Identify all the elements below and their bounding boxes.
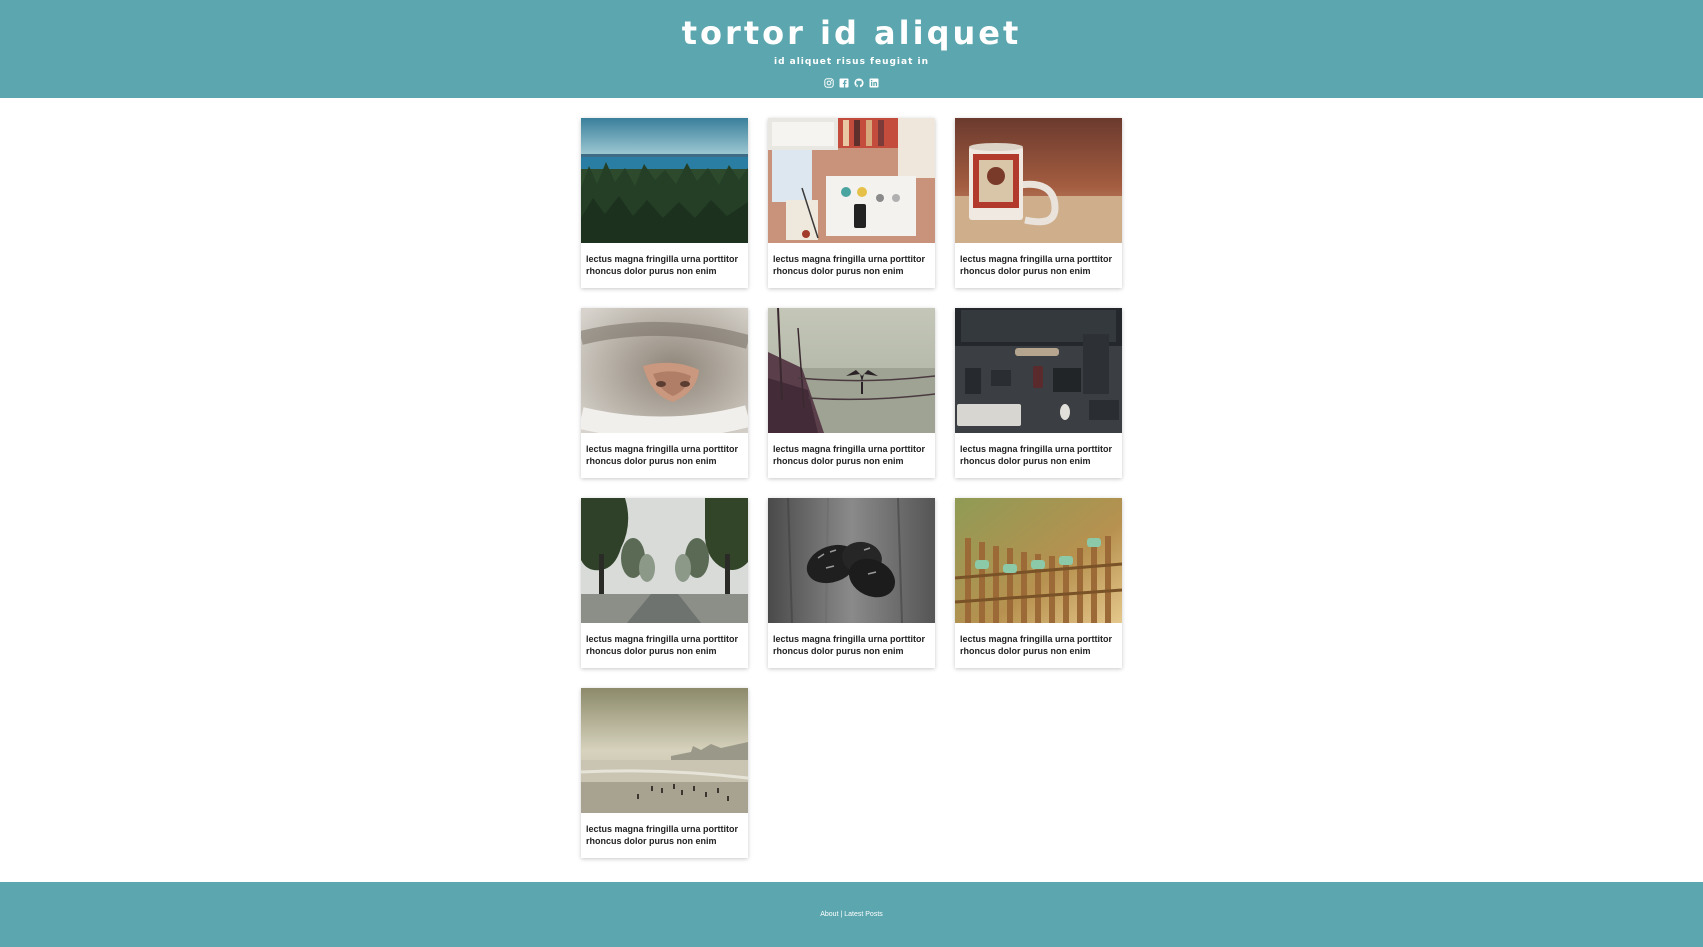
footer-separator: |	[840, 911, 843, 918]
footer-about-link[interactable]: About	[820, 911, 838, 918]
site-header: tortor id aliquet id aliquet risus feugi…	[0, 0, 1703, 98]
site-subtitle: id aliquet risus feugiat in	[773, 57, 930, 67]
post-card[interactable]: lectus magna fringilla urna porttitor rh…	[581, 688, 748, 858]
post-card[interactable]: lectus magna fringilla urna porttitor rh…	[581, 118, 748, 288]
beach-photo	[581, 688, 748, 813]
desk-flatlay-photo	[768, 118, 935, 243]
fence-photo	[955, 498, 1122, 623]
linkedin-icon[interactable]	[869, 78, 879, 88]
site-footer: About | Latest Posts	[0, 882, 1703, 947]
post-caption: lectus magna fringilla urna porttitor rh…	[586, 444, 739, 466]
cat-nose-photo	[581, 308, 748, 433]
post-caption: lectus magna fringilla urna porttitor rh…	[586, 824, 739, 846]
workspace-topdown-photo	[955, 308, 1122, 433]
footer-links: About | Latest Posts	[0, 911, 1703, 918]
post-card[interactable]: lectus magna fringilla urna porttitor rh…	[955, 498, 1122, 668]
boat-and-bird-photo	[768, 308, 935, 433]
forest-and-lake-photo	[581, 118, 748, 243]
post-card[interactable]: lectus magna fringilla urna porttitor rh…	[768, 498, 935, 668]
facebook-icon[interactable]	[839, 78, 849, 88]
post-card[interactable]: lectus magna fringilla urna porttitor rh…	[955, 308, 1122, 478]
instagram-icon[interactable]	[824, 78, 834, 88]
post-caption: lectus magna fringilla urna porttitor rh…	[960, 634, 1113, 656]
post-card[interactable]: lectus magna fringilla urna porttitor rh…	[768, 308, 935, 478]
tree-lined-road-photo	[581, 498, 748, 623]
mug-photo	[955, 118, 1122, 243]
post-caption: lectus magna fringilla urna porttitor rh…	[586, 634, 739, 656]
github-icon[interactable]	[854, 78, 864, 88]
post-caption: lectus magna fringilla urna porttitor rh…	[960, 444, 1113, 466]
post-caption: lectus magna fringilla urna porttitor rh…	[960, 254, 1113, 276]
post-caption: lectus magna fringilla urna porttitor rh…	[773, 254, 926, 276]
post-caption: lectus magna fringilla urna porttitor rh…	[586, 254, 739, 276]
post-caption: lectus magna fringilla urna porttitor rh…	[773, 634, 926, 656]
pinecones-photo	[768, 498, 935, 623]
post-grid: lectus magna fringilla urna porttitor rh…	[581, 118, 1122, 858]
footer-latest-posts-link[interactable]: Latest Posts	[844, 911, 883, 918]
post-caption: lectus magna fringilla urna porttitor rh…	[773, 444, 926, 466]
post-card[interactable]: lectus magna fringilla urna porttitor rh…	[581, 308, 748, 478]
post-card[interactable]: lectus magna fringilla urna porttitor rh…	[955, 118, 1122, 288]
post-card[interactable]: lectus magna fringilla urna porttitor rh…	[768, 118, 935, 288]
post-card[interactable]: lectus magna fringilla urna porttitor rh…	[581, 498, 748, 668]
site-title[interactable]: tortor id aliquet	[0, 14, 1703, 52]
social-links	[0, 78, 1703, 88]
